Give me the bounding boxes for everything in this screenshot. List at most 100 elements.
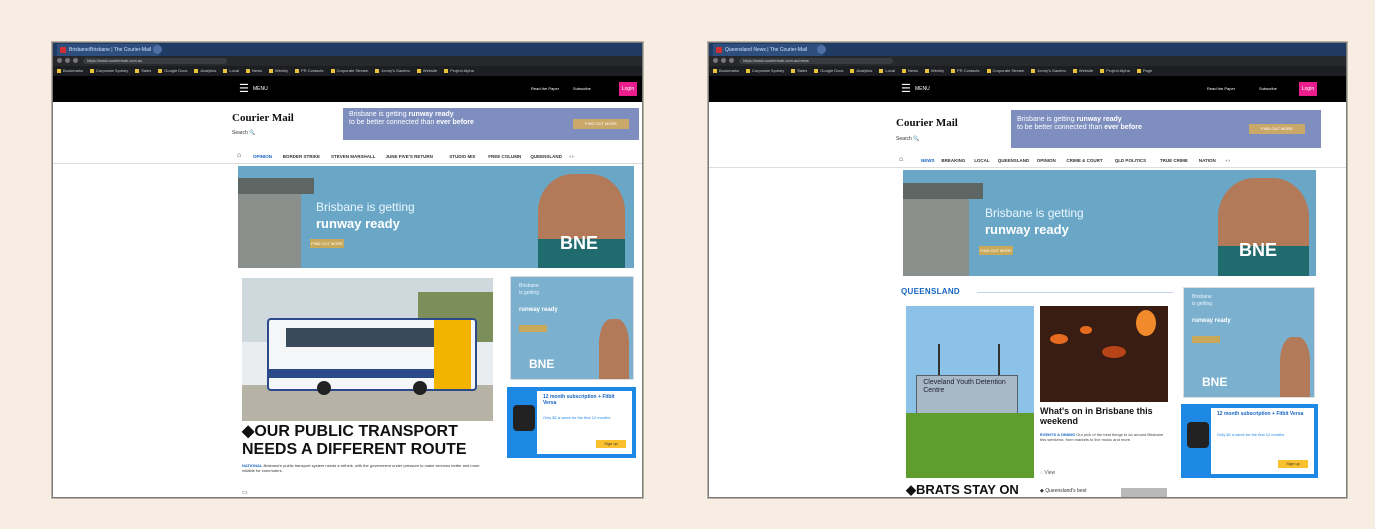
login-button[interactable]: Login <box>619 82 637 96</box>
bookmark-item[interactable]: Project Alpha <box>444 68 474 73</box>
bookmark-item[interactable]: Google Docs <box>158 68 187 73</box>
side-bne-advert[interactable]: Brisbane is getting runway ready BNE <box>510 276 634 380</box>
bookmark-item[interactable]: Analytics <box>194 68 216 73</box>
bookmark-item[interactable]: Page <box>1137 68 1152 73</box>
home-icon[interactable]: ⌂ <box>899 156 903 163</box>
bookmark-item[interactable]: Weekly <box>925 68 944 73</box>
hamburger-menu-icon[interactable]: ☰ <box>901 84 911 95</box>
bookmark-item[interactable]: PR Contacts <box>295 68 323 73</box>
next-story-thumbnail[interactable] <box>1121 488 1167 497</box>
nav-scroll-arrows-icon[interactable]: ‹ › <box>1226 158 1230 163</box>
fitbit-advert[interactable]: 12 month subscription + Fitbit Versa Onl… <box>507 387 636 458</box>
side-bne-advert[interactable]: Brisbane is getting runway ready BNE <box>1183 287 1315 398</box>
url-input[interactable]: https://www.couriermail.com.au <box>83 58 227 64</box>
top-ad-button[interactable]: FIND OUT MORE <box>1249 124 1305 134</box>
search-link[interactable]: Search 🔍 <box>232 130 255 136</box>
bus-story-image[interactable] <box>242 278 493 421</box>
fitbit-signup-button[interactable]: Sign up <box>1278 460 1308 468</box>
refresh-icon[interactable] <box>73 58 78 63</box>
bne-banner-advert[interactable]: Brisbane is getting runway ready FIND OU… <box>238 166 634 268</box>
bookmark-item[interactable]: Jonny's Gazebo <box>375 68 410 73</box>
card2-headline[interactable]: What's on in Brisbane this weekend <box>1040 406 1170 426</box>
bookmark-item[interactable]: Weekly <box>269 68 288 73</box>
nav-item-nation[interactable]: NATION <box>1199 158 1216 163</box>
read-paper-link[interactable]: Read the Paper <box>1207 86 1235 91</box>
url-input[interactable]: https://www.couriermail.com.au/news <box>739 58 893 64</box>
subscribe-link[interactable]: Subscribe <box>573 86 591 91</box>
youth-detention-image[interactable]: Cleveland Youth Detention Centre <box>906 306 1034 478</box>
bne-banner-advert[interactable]: Brisbane is getting runway ready FIND OU… <box>903 170 1316 276</box>
banner-button[interactable]: FIND OUT MORE <box>979 246 1013 255</box>
masthead-logo[interactable]: Courier Mail <box>896 117 958 129</box>
story-headline[interactable]: ◆OUR PUBLIC TRANSPORT NEEDS A DIFFERENT … <box>242 423 497 459</box>
bookmark-item[interactable]: Google Docs <box>814 68 843 73</box>
masthead-logo[interactable]: Courier Mail <box>232 112 294 124</box>
bookmark-item[interactable]: Jonny's Gazebo <box>1031 68 1066 73</box>
bookmark-item[interactable]: News <box>902 68 918 73</box>
fitbit-advert[interactable]: 12 month subscription + Fitbit Versa Onl… <box>1181 404 1318 478</box>
new-tab-icon[interactable] <box>153 45 162 54</box>
nav-item-free-column[interactable]: FREE COLUMN <box>488 154 521 159</box>
bookmark-item[interactable]: Bookmarks <box>57 68 83 73</box>
hamburger-menu-icon[interactable]: ☰ <box>239 84 249 95</box>
search-link[interactable]: Search 🔍 <box>896 136 919 142</box>
bookmark-item[interactable]: Corporate Stream <box>987 68 1025 73</box>
nav-item-queensland[interactable]: QUEENSLAND <box>998 158 1030 163</box>
nav-item-crime-court[interactable]: CRIME & COURT <box>1066 158 1102 163</box>
bookmark-item[interactable]: Sales <box>135 68 151 73</box>
nav-item-june-five-s-return[interactable]: JUNE FIVE'S RETURN <box>386 154 433 159</box>
nav-item-queensland[interactable]: QUEENSLAND <box>530 154 562 159</box>
back-icon[interactable] <box>713 58 718 63</box>
nav-item-border-strike[interactable]: BORDER STRIKE <box>283 154 320 159</box>
next-story-link[interactable]: ◆ Queensland's best <box>1040 488 1087 494</box>
bookmark-item[interactable]: Local <box>879 68 895 73</box>
browser-tab[interactable]: Queensland News | The Courier-Mail <box>713 44 823 56</box>
nav-item-true-crime[interactable]: TRUE CRIME <box>1160 158 1188 163</box>
nav-item-steven-marshall[interactable]: STEVEN MARSHALL <box>331 154 376 159</box>
new-tab-icon[interactable] <box>817 45 826 54</box>
nav-item-qld-politics[interactable]: QLD POLITICS <box>1115 158 1147 163</box>
fitbit-signup-button[interactable]: Sign up <box>596 440 626 448</box>
bookmark-item[interactable]: Local <box>223 68 239 73</box>
section-header[interactable]: QUEENSLAND <box>901 287 960 296</box>
banner-button[interactable]: FIND OUT MORE <box>310 239 344 248</box>
bookmark-item[interactable]: Corporate Stream <box>331 68 369 73</box>
bookmark-item[interactable]: Bookmarks <box>713 68 739 73</box>
top-advert[interactable]: Brisbane is getting runway ready to be be… <box>343 108 639 140</box>
forward-icon[interactable] <box>721 58 726 63</box>
home-icon[interactable]: ⌂ <box>237 152 241 159</box>
back-icon[interactable] <box>57 58 62 63</box>
forward-icon[interactable] <box>65 58 70 63</box>
bookmark-item[interactable]: Website <box>417 68 437 73</box>
bookmark-item[interactable]: Corporate Sydney <box>746 68 784 73</box>
login-button[interactable]: Login <box>1299 82 1317 96</box>
nav-item-local[interactable]: LOCAL <box>974 158 990 163</box>
subscribe-link[interactable]: Subscribe <box>1259 86 1277 91</box>
browser-tab[interactable]: Brisbane/Brisbane | The Courier-Mail <box>57 44 159 56</box>
top-ad-button[interactable]: FIND OUT MORE <box>573 119 629 129</box>
read-paper-link[interactable]: Read the Paper <box>531 86 559 91</box>
refresh-icon[interactable] <box>729 58 734 63</box>
nav-item-studio-mix[interactable]: STUDIO MIX <box>449 154 475 159</box>
bus-front <box>433 320 471 389</box>
side-ad-button[interactable] <box>1192 336 1220 343</box>
bookmark-item[interactable]: Analytics <box>850 68 872 73</box>
bookmark-item[interactable]: Website <box>1073 68 1093 73</box>
nav-item-breaking[interactable]: BREAKING <box>941 158 965 163</box>
bookmark-item[interactable]: Corporate Sydney <box>90 68 128 73</box>
nav-item-opinion[interactable]: OPINION <box>253 154 272 159</box>
bookmark-item[interactable]: Sales <box>791 68 807 73</box>
site-favicon-icon <box>716 47 722 53</box>
side-ad-button[interactable] <box>519 325 547 332</box>
card1-headline[interactable]: ◆BRATS STAY ON <box>906 481 1046 497</box>
nav-item-news[interactable]: NEWS <box>921 158 935 163</box>
card2-comments[interactable]: ◌ View <box>1040 470 1055 476</box>
bookmark-item[interactable]: PR Contacts <box>951 68 979 73</box>
comment-icon[interactable]: ▭ <box>242 489 248 496</box>
nav-scroll-arrows-icon[interactable]: ‹ › <box>569 154 573 159</box>
nav-item-opinion[interactable]: OPINION <box>1037 158 1056 163</box>
top-advert[interactable]: Brisbane is getting runway ready to be be… <box>1011 110 1321 148</box>
bookmark-item[interactable]: Project Alpha <box>1100 68 1130 73</box>
bookmark-item[interactable]: News <box>246 68 262 73</box>
night-event-image[interactable] <box>1040 306 1168 402</box>
